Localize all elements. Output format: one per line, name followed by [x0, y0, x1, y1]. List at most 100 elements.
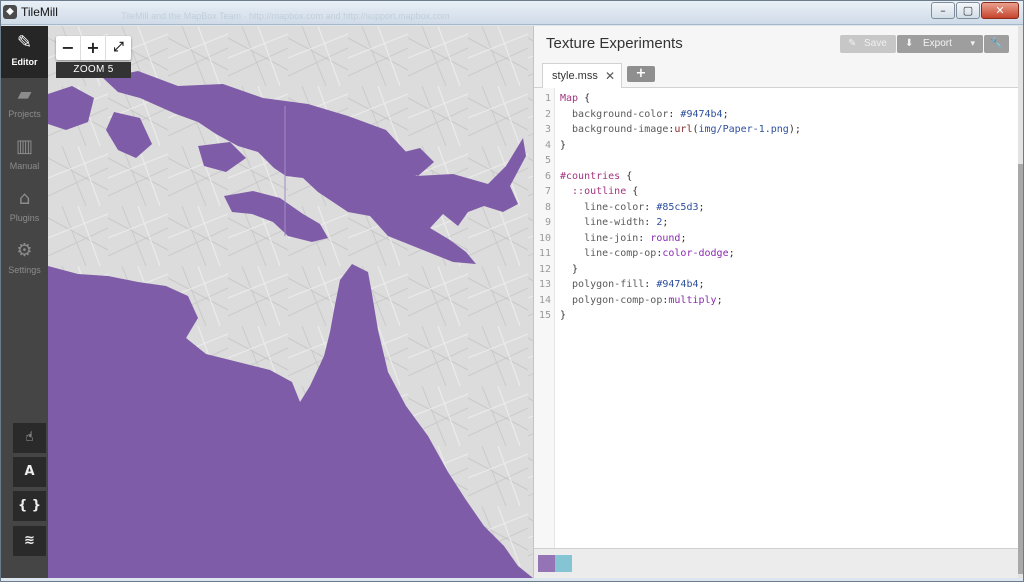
color-swatch-bar	[534, 548, 1019, 578]
code-token: ;	[728, 248, 735, 259]
code-line[interactable]: }	[560, 138, 566, 154]
book-icon: ▥	[15, 136, 33, 157]
code-token: ::outline	[560, 186, 627, 197]
code-line[interactable]: line-color: #85c5d3;	[560, 200, 705, 216]
chevron-down-icon[interactable]: ▾	[970, 35, 975, 53]
code-line[interactable]: #countries {	[560, 169, 632, 185]
code-token: :	[668, 108, 681, 120]
layers-tool-button[interactable]: ≋	[13, 526, 46, 556]
code-line[interactable]: Map {	[560, 91, 590, 107]
line-number: 8	[544, 201, 551, 213]
code-line[interactable]: polygon-comp-op:multiply;	[560, 293, 723, 309]
zoom-in-button[interactable]: +	[81, 36, 106, 60]
code-token: round	[650, 232, 681, 244]
save-label: Save	[864, 38, 887, 49]
line-number: 11	[538, 248, 551, 259]
zoom-level-indicator: ZOOM 5	[56, 62, 131, 78]
sidebar-item-label: Settings	[8, 265, 41, 275]
color-swatch[interactable]	[555, 555, 572, 572]
tab-style-mss[interactable]: style.mss ✕	[542, 63, 622, 89]
minimize-button[interactable]: –	[931, 2, 955, 19]
zoom-out-button[interactable]: −	[56, 36, 81, 60]
scrollbar-thumb[interactable]	[1018, 164, 1023, 574]
braces-tool-button[interactable]: { }	[13, 491, 46, 521]
code-token: #9474b4	[680, 108, 723, 120]
sidebar-item-plugins[interactable]: ⌂ Plugins	[1, 182, 48, 234]
code-line[interactable]: }	[560, 308, 566, 324]
gear-icon: ⚙	[16, 240, 33, 261]
code-token: ;	[698, 201, 705, 213]
project-title: Texture Experiments	[546, 35, 683, 52]
code-token: }	[560, 263, 579, 275]
code-token: polygon-comp-op	[560, 294, 663, 306]
code-token: background-image	[560, 124, 669, 135]
braces-icon: { }	[17, 498, 42, 513]
code-token: ;	[722, 108, 729, 120]
code-line[interactable]: background-image:url(img/Paper-1.png);	[560, 122, 801, 138]
font-tool-button[interactable]: A	[13, 457, 46, 487]
pencil-icon: ✎	[848, 38, 857, 49]
code-token: :	[644, 217, 657, 228]
code-token: multiply	[668, 294, 717, 306]
line-number-gutter: 1 2 3 4 5 6 7 8 9 10 11 12 13 14 15	[534, 88, 555, 548]
layers-icon: ≋	[24, 533, 35, 548]
sidebar-item-label: Editor	[11, 57, 38, 67]
code-token: ;	[716, 294, 723, 306]
tab-bar: style.mss ✕ +	[534, 63, 1019, 89]
sidebar-item-projects[interactable]: ▰ Projects	[1, 78, 48, 130]
code-token: Map	[560, 93, 579, 104]
line-number: 5	[544, 155, 551, 166]
code-token: #countries	[560, 170, 621, 182]
sidebar-item-label: Projects	[8, 109, 41, 119]
code-token: ;	[698, 279, 705, 290]
sidebar-item-label: Manual	[9, 161, 40, 171]
sidebar-item-editor[interactable]: ✎ Editor	[1, 26, 48, 78]
fullscreen-button[interactable]: ⤢	[106, 36, 131, 60]
code-token: #9474b4	[656, 279, 699, 290]
code-token: );	[788, 124, 801, 135]
export-button[interactable]: ⬇ Export ▾	[897, 35, 983, 53]
code-line[interactable]: line-width: 2;	[560, 215, 668, 231]
title-bar-background-text: TileMill and the MapBox Team · http://ma…	[121, 11, 450, 21]
vertical-scrollbar[interactable]	[1018, 26, 1023, 578]
map-canvas[interactable]	[48, 26, 533, 578]
line-number: 14	[538, 294, 551, 306]
app-logo-icon: ◆	[3, 5, 17, 19]
code-token: polygon-fill	[560, 279, 645, 290]
close-window-button[interactable]: ✕	[981, 2, 1019, 19]
close-icon[interactable]: ✕	[605, 64, 615, 88]
code-token: line-join	[560, 232, 639, 244]
sidebar-item-settings[interactable]: ⚙ Settings	[1, 234, 48, 286]
add-tab-button[interactable]: +	[627, 66, 655, 82]
code-line[interactable]: ::outline {	[560, 184, 638, 200]
maximize-button[interactable]: ▢	[956, 2, 980, 19]
map-view[interactable]: − + ⤢ ZOOM 5	[48, 26, 533, 578]
code-token: :	[638, 232, 651, 244]
line-number: 7	[544, 186, 551, 197]
code-token: {	[578, 93, 591, 104]
code-line[interactable]: background-color: #9474b4;	[560, 107, 729, 123]
color-swatch[interactable]	[538, 555, 555, 572]
code-line[interactable]: }	[560, 262, 578, 278]
line-number: 12	[538, 263, 551, 275]
line-number: 15	[538, 310, 551, 321]
sidebar-item-label: Plugins	[9, 213, 40, 223]
hand-tool-button[interactable]: ☝	[13, 423, 46, 453]
line-number: 4	[544, 139, 551, 151]
sidebar-item-manual[interactable]: ▥ Manual	[1, 130, 48, 182]
code-line[interactable]: line-comp-op:color-dodge;	[560, 246, 735, 262]
export-label: Export	[923, 38, 952, 49]
code-token: line-width	[560, 217, 645, 228]
line-number: 2	[544, 108, 551, 120]
folder-icon: ▰	[17, 84, 32, 105]
code-line[interactable]: polygon-fill: #9474b4;	[560, 277, 705, 293]
download-icon: ⬇	[905, 38, 914, 49]
tab-label: style.mss	[552, 70, 598, 82]
project-settings-button[interactable]: 🔧	[984, 35, 1009, 53]
title-bar[interactable]: ◆ TileMill TileMill and the MapBox Team …	[1, 1, 1023, 25]
plug-icon: ⌂	[18, 188, 31, 209]
code-line[interactable]: line-join: round;	[560, 231, 686, 247]
code-editor[interactable]: 1 2 3 4 5 6 7 8 9 10 11 12 13 14 15 Map { background-c…	[534, 88, 1019, 548]
save-button[interactable]: ✎ Save	[840, 35, 896, 53]
line-number: 3	[544, 124, 551, 135]
